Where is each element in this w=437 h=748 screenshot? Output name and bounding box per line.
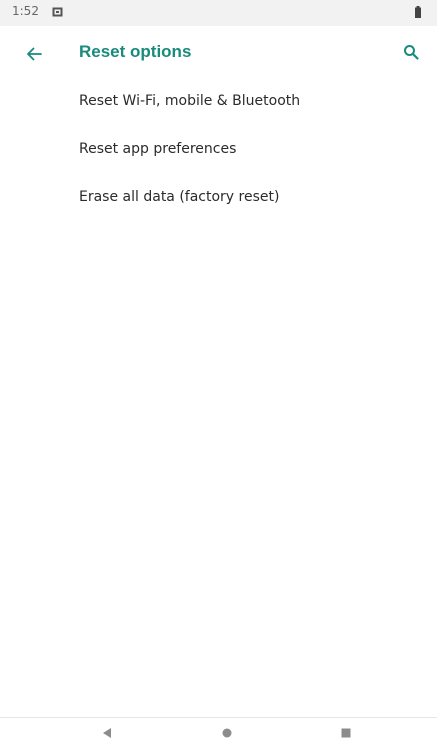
page-title: Reset options [79, 42, 192, 61]
list-item-label: Erase all data (factory reset) [79, 189, 280, 205]
list-item-label: Reset Wi-Fi, mobile & Bluetooth [79, 93, 301, 109]
nav-back-triangle-icon[interactable] [101, 727, 113, 739]
list-item-factory-reset[interactable]: Erase all data (factory reset) [0, 176, 437, 224]
nav-home-circle-icon[interactable] [221, 727, 233, 739]
battery-icon [415, 6, 421, 18]
back-button[interactable] [20, 40, 48, 68]
search-icon [404, 45, 419, 60]
navigation-bar [0, 717, 437, 748]
status-time: 1:52 [12, 4, 39, 18]
list-item-label: Reset app preferences [79, 141, 237, 157]
notification-icon [52, 7, 63, 17]
nav-recents-square-icon[interactable] [340, 727, 352, 739]
reset-options-list: Reset Wi-Fi, mobile & Bluetooth Reset ap… [0, 80, 437, 224]
search-button[interactable] [397, 38, 425, 66]
app-bar: Reset options [0, 26, 437, 80]
list-item-reset-network[interactable]: Reset Wi-Fi, mobile & Bluetooth [0, 80, 437, 128]
status-bar: 1:52 [0, 0, 437, 26]
list-item-reset-app-preferences[interactable]: Reset app preferences [0, 128, 437, 176]
back-arrow-icon [27, 47, 42, 61]
